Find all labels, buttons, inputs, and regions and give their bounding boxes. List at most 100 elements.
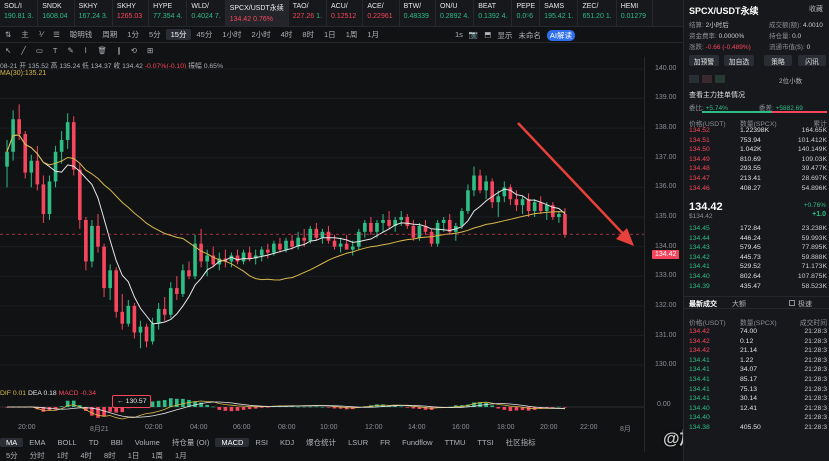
toolbar-item[interactable]: 45分 bbox=[191, 29, 217, 40]
orderbook-row[interactable]: 134.42 74.00 21:28:3 bbox=[684, 328, 829, 337]
orderbook-row[interactable]: 134.39 435.47 58.523K bbox=[684, 283, 829, 292]
drawing-tool-icon[interactable]: ▭ bbox=[31, 46, 48, 55]
toolbar-item[interactable]: 1月 bbox=[362, 29, 384, 40]
toolbar-item[interactable]: 周期 bbox=[97, 29, 122, 40]
orderbook-row[interactable]: 134.50 1.042K 140.149K bbox=[684, 146, 829, 155]
drawing-tool-icon[interactable]: T bbox=[48, 46, 63, 55]
orderbook-row[interactable]: 134.51 753.94 101.412K bbox=[684, 137, 829, 146]
period-tab[interactable]: 1日 bbox=[122, 450, 146, 461]
toolbar-item[interactable]: 2小时 bbox=[247, 29, 276, 40]
indicator-tab[interactable]: TTSI bbox=[471, 438, 499, 447]
ticker-item[interactable]: SNDK 1608.04 bbox=[38, 0, 75, 26]
orderbook-row[interactable]: 134.38 405.50 21:28:3 bbox=[684, 424, 829, 433]
drawing-tool-icon[interactable]: ⌇ bbox=[79, 46, 93, 55]
orderbook-row[interactable]: 134.41 1.22 21:28:3 bbox=[684, 357, 829, 366]
drawing-tool-icon[interactable]: ╱ bbox=[16, 46, 31, 55]
orderbook-row[interactable]: 134.46 408.27 54.896K bbox=[684, 185, 829, 194]
orderbook-row[interactable]: 134.41 34.07 21:28:3 bbox=[684, 366, 829, 375]
toolbar-item[interactable]: 聪明钱 bbox=[65, 29, 98, 40]
toolbar-item[interactable]: 1日 bbox=[319, 29, 341, 40]
indicator-tab[interactable]: MA bbox=[0, 438, 24, 447]
orderbook-row[interactable]: 134.47 213.41 28.697K bbox=[684, 175, 829, 184]
drawing-tool-icon[interactable]: ⟲ bbox=[126, 46, 142, 55]
drawing-tool-icon[interactable]: ✎ bbox=[63, 46, 79, 55]
orderbook-row[interactable]: 134.43 579.45 77.895K bbox=[684, 244, 829, 253]
ticker-item[interactable]: ON/U 0.2892 4. bbox=[436, 0, 475, 26]
orderbook-row[interactable]: 134.41 75.13 21:28:3 bbox=[684, 386, 829, 395]
orderbook-row[interactable]: 134.42 21.14 21:28:3 bbox=[684, 347, 829, 356]
ticker-item[interactable]: WLD/0.4024 7. bbox=[187, 0, 226, 26]
orderbook-row[interactable]: 134.48 293.55 39.477K bbox=[684, 165, 829, 174]
depth-precision-select[interactable]: 2位小数 bbox=[779, 75, 802, 85]
ticker-item[interactable]: BEAT 0.1392 4. bbox=[474, 0, 513, 26]
ticker-item[interactable]: SOL/I 190.81 3. bbox=[0, 0, 39, 26]
ticker-item[interactable]: BTW/0.48339 bbox=[400, 0, 436, 26]
period-tab[interactable]: 1周 bbox=[145, 450, 169, 461]
indicator-tab[interactable]: EMA bbox=[23, 438, 51, 447]
indicator-tab[interactable]: FR bbox=[374, 438, 396, 447]
ticker-item[interactable]: TAO/227.26 1. bbox=[289, 0, 328, 26]
toolbar-item[interactable]: 主 bbox=[16, 29, 34, 40]
indicator-tab[interactable]: Volume bbox=[129, 438, 166, 447]
ticker-item[interactable]: ACE/0.22961 bbox=[363, 0, 400, 26]
ticker-item[interactable]: ACU/0.12512 bbox=[327, 0, 364, 26]
toolbar-item[interactable]: ⇅ bbox=[0, 30, 16, 39]
indicator-tab[interactable]: BOLL bbox=[52, 438, 83, 447]
toolbar-item[interactable]: 15分 bbox=[165, 29, 192, 40]
orderbook-row[interactable]: 134.40 21:28:3 bbox=[684, 414, 829, 423]
favorite-button[interactable]: 收藏 bbox=[809, 4, 823, 14]
speed-checkbox[interactable] bbox=[789, 300, 795, 306]
period-tab[interactable]: 1月 bbox=[169, 450, 193, 461]
toolbar-item[interactable]: 1周 bbox=[341, 29, 363, 40]
depth-both-icon[interactable] bbox=[689, 75, 699, 83]
ticker-item[interactable]: PEPE 0.0⁵6 bbox=[512, 0, 541, 26]
depth-asks-icon[interactable] bbox=[702, 75, 712, 83]
alert-button[interactable]: 加预警 bbox=[689, 55, 719, 66]
period-tab[interactable]: 5分 bbox=[0, 450, 24, 461]
ticker-item[interactable]: ZEC/651.20 1. bbox=[578, 0, 617, 26]
orderbook-row[interactable]: 134.42 0.12 21:28:3 bbox=[684, 338, 829, 347]
price-chart[interactable] bbox=[0, 57, 644, 452]
ticker-item[interactable]: HYPE 77.354 4. bbox=[149, 0, 188, 26]
ticker-item[interactable]: SPCX/USDT永续 134.42 0.76% bbox=[225, 0, 289, 26]
ticker-item[interactable]: SKHY 167.24 3. bbox=[75, 0, 113, 26]
watchlist-button[interactable]: 加自选 bbox=[724, 55, 754, 66]
toolbar-item[interactable]: 1分 bbox=[122, 29, 144, 40]
period-tab[interactable]: 4时 bbox=[74, 450, 98, 461]
indicator-tab[interactable]: LSUR bbox=[342, 438, 374, 447]
indicator-tab[interactable]: 持仓量 (OI) bbox=[166, 437, 216, 448]
orderbook-row[interactable]: 134.41 30.14 21:28:3 bbox=[684, 395, 829, 404]
orderbook-row[interactable]: 134.40 12.41 21:28:3 bbox=[684, 405, 829, 414]
ticker-item[interactable]: SAMS 195.42 1. bbox=[540, 0, 579, 26]
ticker-item[interactable]: HEMI 0.01279 bbox=[617, 0, 654, 26]
toolbar-right-item[interactable]: ⬒ bbox=[484, 30, 491, 41]
toolbar-right-item[interactable]: AI解读 bbox=[546, 30, 575, 41]
drawing-tool-icon[interactable]: ∥ bbox=[112, 46, 126, 55]
orderbook-row[interactable]: 134.45 172.84 23.238K bbox=[684, 225, 829, 234]
indicator-tab[interactable]: TD bbox=[83, 438, 105, 447]
orderbook-row[interactable]: 134.41 529.52 71.173K bbox=[684, 263, 829, 272]
toolbar-right-item[interactable]: 📷 bbox=[469, 30, 478, 41]
indicator-tab[interactable]: TTMU bbox=[439, 438, 472, 447]
indicator-tab[interactable]: 社区指标 bbox=[500, 437, 542, 448]
flash-news-button[interactable]: 闪讯 bbox=[798, 55, 826, 66]
orderbook-row[interactable]: 134.44 446.24 59.993K bbox=[684, 235, 829, 244]
indicator-tab[interactable]: MACD bbox=[215, 438, 250, 447]
tab-large-trades[interactable]: 大额 bbox=[732, 299, 746, 309]
ticker-item[interactable]: SKHY 1265.03 bbox=[113, 0, 150, 26]
indicator-tab[interactable]: Fundflow bbox=[396, 438, 438, 447]
toolbar-right-item[interactable]: 1s bbox=[455, 30, 463, 41]
orderbook-row[interactable]: 134.41 85.17 21:28:3 bbox=[684, 376, 829, 385]
orderbook-row[interactable]: 134.42 445.73 59.888K bbox=[684, 254, 829, 263]
toolbar-item[interactable]: ⅟ bbox=[34, 30, 48, 39]
toolbar-right-item[interactable]: 未命名 bbox=[518, 30, 541, 41]
strategy-button[interactable]: 策略 bbox=[764, 55, 792, 66]
toolbar-item[interactable]: 8时 bbox=[297, 29, 319, 40]
toolbar-item[interactable]: 4时 bbox=[276, 29, 298, 40]
toolbar-item[interactable]: ☰ bbox=[48, 30, 65, 39]
orderbook-row[interactable]: 134.52 1.22398K 164.65K bbox=[684, 127, 829, 136]
orderbook-row[interactable]: 134.49 810.69 109.03K bbox=[684, 156, 829, 165]
drawing-tool-icon[interactable]: 🗑 bbox=[92, 46, 112, 55]
drawing-tool-icon[interactable]: ↖ bbox=[0, 46, 16, 55]
period-tab[interactable]: 1时 bbox=[51, 450, 75, 461]
